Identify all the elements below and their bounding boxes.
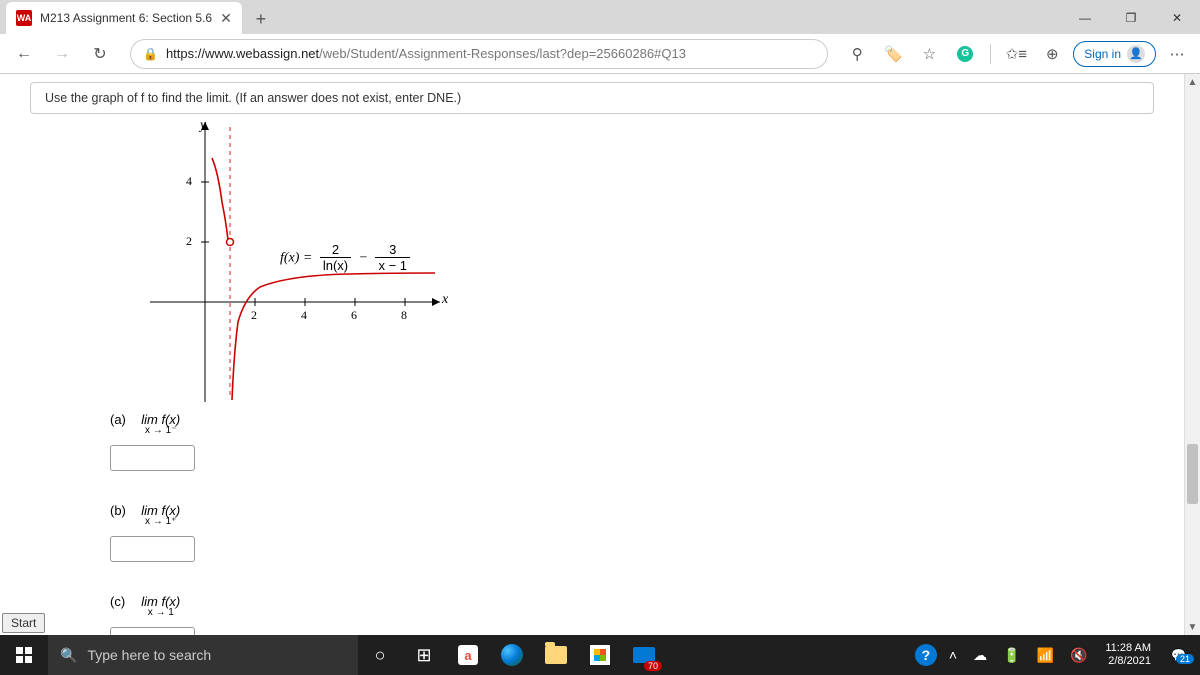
clock-date: 2/8/2021 (1105, 655, 1151, 668)
clock-time: 11:28 AM (1105, 642, 1151, 655)
y-axis-label: y (200, 118, 206, 134)
url-host: https://www.webassign.net (166, 46, 319, 61)
address-bar[interactable]: 🔒 https://www.webassign.net/web/Student/… (130, 39, 828, 69)
part-a-label: (a) (110, 412, 138, 427)
part-b-input[interactable] (110, 536, 195, 562)
scroll-up-icon[interactable]: ▲ (1185, 74, 1200, 90)
x-axis-label: x (442, 292, 448, 308)
tab-title: M213 Assignment 6: Section 5.6 (40, 11, 212, 25)
part-c-limit: lim f(x) x → 1 (141, 594, 180, 618)
onedrive-icon[interactable]: ☁ (969, 647, 991, 664)
zoom-icon[interactable]: ⚲ (842, 39, 872, 69)
y-tick-2: 2 (186, 234, 192, 249)
part-b-limit: lim f(x) x → 1⁺ (141, 503, 180, 527)
favorites-list-icon[interactable]: ✩≡ (1001, 39, 1031, 69)
part-a-input[interactable] (110, 445, 195, 471)
part-b-label: (b) (110, 503, 138, 518)
window-minimize-button[interactable]: — (1062, 2, 1108, 34)
app-mail-icon[interactable]: 70 (622, 635, 666, 675)
app-explorer-icon[interactable] (534, 635, 578, 675)
x-tick-6: 6 (351, 308, 357, 323)
back-button[interactable]: ← (8, 38, 40, 70)
question-prompt: Use the graph of f to find the limit. (I… (30, 82, 1154, 114)
windows-taskbar: 🔍 Type here to search ○ ⊞ a 70 ? ˄ ☁ 🔋 📶… (0, 635, 1200, 675)
url-path: /web/Student/Assignment-Responses/last?d… (319, 46, 686, 61)
browser-tab[interactable]: WA M213 Assignment 6: Section 5.6 ✕ (6, 2, 242, 34)
part-a-limit: lim f(x) x → 1⁻ (141, 412, 180, 436)
answer-section: (a) lim f(x) x → 1⁻ (b) lim f(x) x → 1⁺ … (110, 412, 1184, 635)
task-view-icon[interactable]: ⊞ (402, 635, 446, 675)
tab-favicon: WA (16, 10, 32, 26)
toolbar-divider (990, 44, 991, 64)
mail-badge: 70 (644, 661, 662, 671)
x-tick-4: 4 (301, 308, 307, 323)
start-recording-button[interactable]: Start (2, 613, 45, 633)
page-content: Use the graph of f to find the limit. (I… (0, 74, 1184, 635)
start-menu-button[interactable] (0, 635, 48, 675)
browser-titlebar: WA M213 Assignment 6: Section 5.6 ✕ + — … (0, 0, 1200, 34)
menu-icon[interactable]: ⋯ (1162, 39, 1192, 69)
part-a: (a) lim f(x) x → 1⁻ (110, 412, 1184, 471)
system-tray: ? ˄ ☁ 🔋 📶 🔇 11:28 AM 2/8/2021 💬21 (915, 642, 1200, 668)
new-tab-button[interactable]: + (246, 4, 276, 34)
app-edge-icon[interactable] (490, 635, 534, 675)
notif-badge: 21 (1176, 654, 1194, 664)
refresh-button[interactable]: ↻ (84, 38, 116, 70)
window-restore-button[interactable]: ❐ (1108, 2, 1154, 34)
app-access-icon[interactable]: a (446, 635, 490, 675)
tray-chevron-icon[interactable]: ˄ (945, 647, 961, 663)
signin-button[interactable]: Sign in 👤 (1073, 41, 1156, 67)
shopping-icon[interactable]: 🏷️ (878, 39, 908, 69)
search-icon: 🔍 (60, 647, 77, 664)
scroll-thumb[interactable] (1187, 444, 1198, 504)
forward-button[interactable]: → (46, 38, 78, 70)
battery-icon[interactable]: 🔋 (999, 647, 1024, 664)
search-placeholder: Type here to search (87, 647, 211, 663)
taskbar-search[interactable]: 🔍 Type here to search (48, 635, 358, 675)
lock-icon: 🔒 (143, 47, 158, 61)
window-controls: — ❐ ✕ (1062, 2, 1200, 34)
part-b: (b) lim f(x) x → 1⁺ (110, 503, 1184, 562)
part-c-input[interactable] (110, 627, 195, 635)
collections-icon[interactable]: ⊕ (1037, 39, 1067, 69)
help-icon[interactable]: ? (915, 644, 937, 666)
cortana-icon[interactable]: ○ (358, 635, 402, 675)
part-c: (c) lim f(x) x → 1 (110, 594, 1184, 635)
taskbar-clock[interactable]: 11:28 AM 2/8/2021 (1099, 642, 1157, 668)
signin-label: Sign in (1084, 47, 1121, 61)
scroll-down-icon[interactable]: ▼ (1185, 619, 1200, 635)
function-formula: f(x) = 2ln(x) − 3x − 1 (280, 242, 413, 273)
favorites-star-icon[interactable]: ☆ (914, 39, 944, 69)
avatar-icon: 👤 (1127, 45, 1145, 63)
window-close-button[interactable]: ✕ (1154, 2, 1200, 34)
app-store-icon[interactable] (578, 635, 622, 675)
part-c-label: (c) (110, 594, 138, 609)
notifications-icon[interactable]: 💬21 (1165, 648, 1192, 662)
wifi-icon[interactable]: 📶 (1033, 647, 1058, 664)
tab-close-icon[interactable]: ✕ (220, 10, 232, 27)
vertical-scrollbar[interactable]: ▲ ▼ (1184, 74, 1200, 635)
function-graph: y x 4 2 2 4 6 8 f(x) = 2ln(x) − 3x − 1 (150, 122, 450, 402)
x-tick-8: 8 (401, 308, 407, 323)
x-tick-2: 2 (251, 308, 257, 323)
volume-icon[interactable]: 🔇 (1066, 647, 1091, 664)
browser-toolbar: ← → ↻ 🔒 https://www.webassign.net/web/St… (0, 34, 1200, 74)
extension-grammarly-icon[interactable]: G (950, 39, 980, 69)
y-tick-4: 4 (186, 174, 192, 189)
